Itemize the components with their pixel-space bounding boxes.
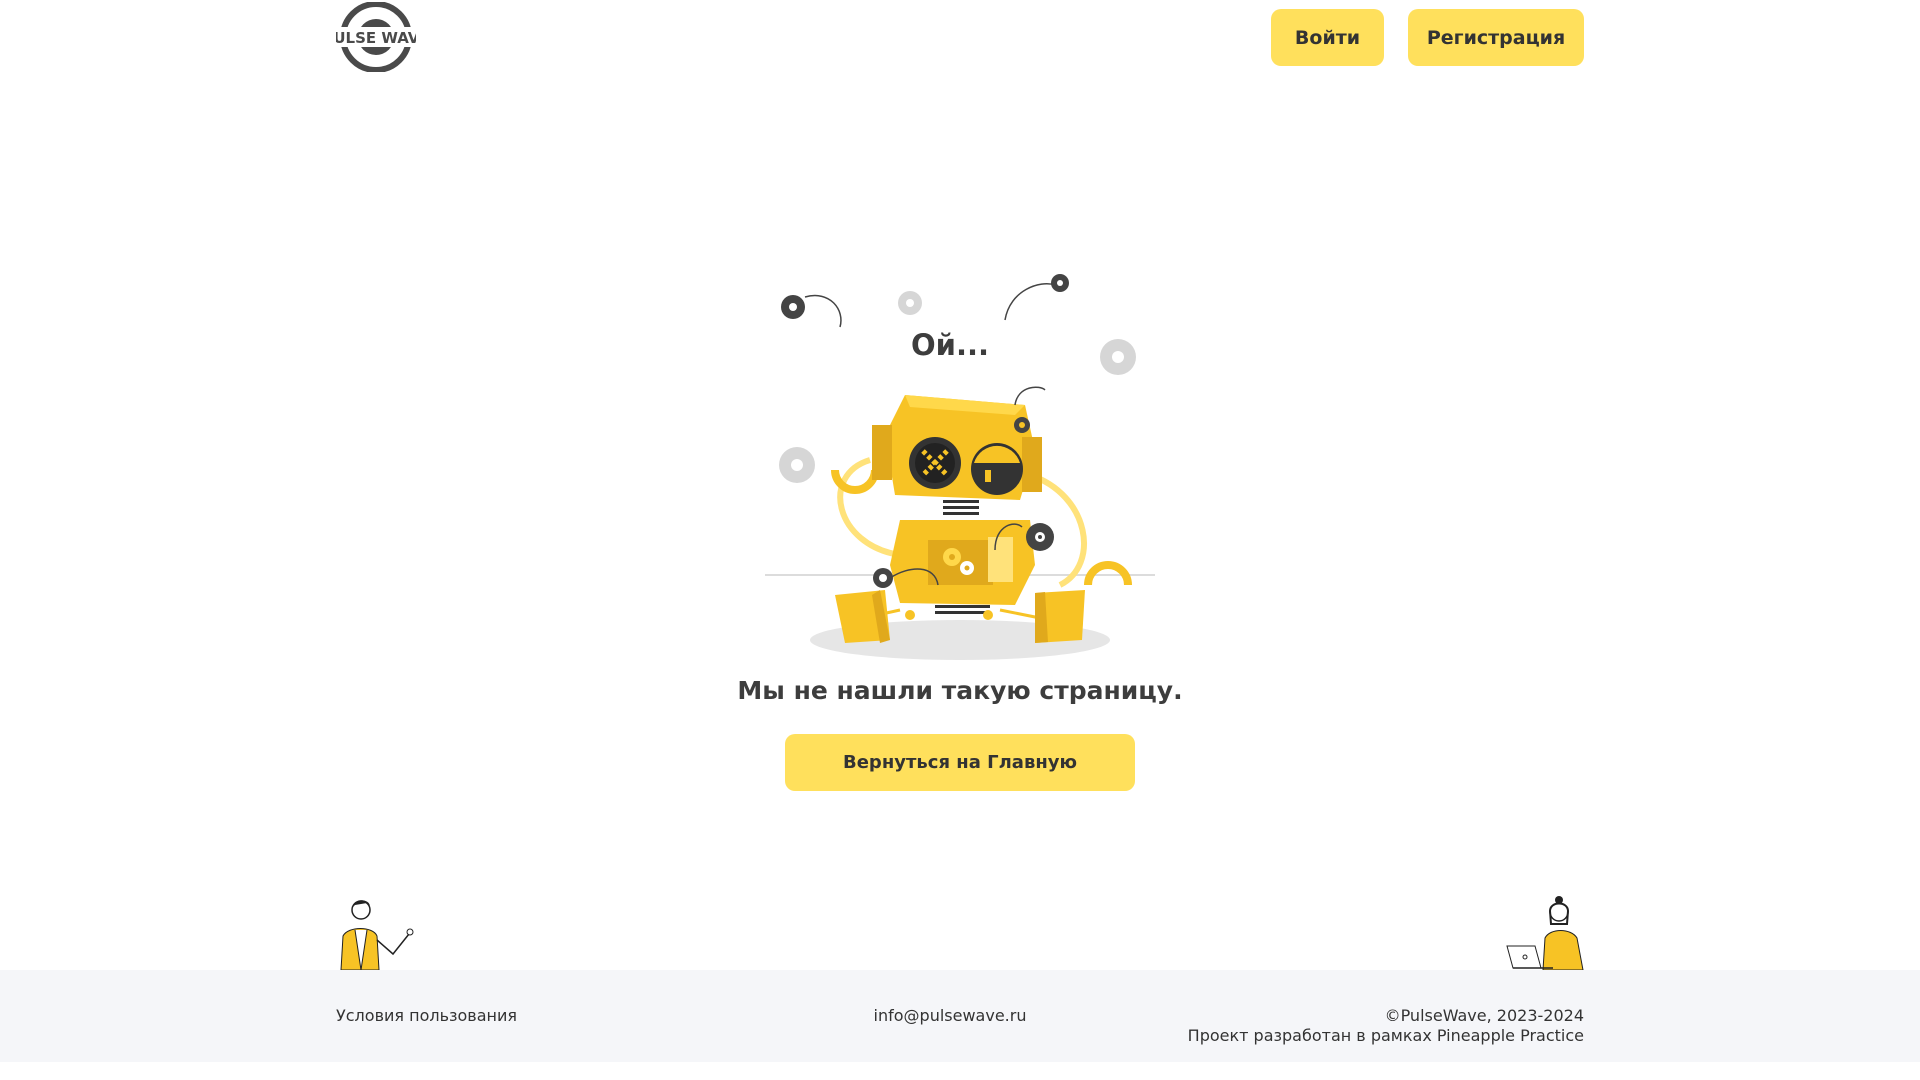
gear-icon-1 [781,295,805,319]
login-button[interactable]: Войти [1271,9,1384,66]
footer: Условия пользования info@pulsewave.ru ©P… [0,970,1920,1062]
gear-icon-2 [898,291,922,315]
waving-person-icon [340,900,414,970]
logo-text: PULSE WAVE [336,29,416,47]
broken-robot-icon [765,274,1155,660]
back-home-button[interactable]: Вернуться на Главную [785,734,1135,791]
gear-icon-4 [1100,339,1136,375]
person-with-laptop-icon [1506,896,1584,970]
not-found-message: Мы не нашли такую страницу. [737,676,1183,705]
copyright-text: ©PulseWave, 2023-2024 [1384,1006,1584,1025]
gear-icon-5 [779,447,815,483]
header: PULSE WAVE Войти Регистрация [0,0,1920,75]
email-link[interactable]: info@pulsewave.ru [800,1006,1100,1025]
pulsewave-logo[interactable]: PULSE WAVE [336,2,416,72]
credits-text: Проект разработан в рамках Pineapple Pra… [1187,1026,1584,1045]
register-button[interactable]: Регистрация [1408,9,1584,66]
terms-link[interactable]: Условия пользования [336,1006,517,1025]
gear-icon-3 [1051,274,1069,292]
footer-copyright-block: ©PulseWave, 2023-2024 Проект разработан … [1100,1006,1584,1046]
